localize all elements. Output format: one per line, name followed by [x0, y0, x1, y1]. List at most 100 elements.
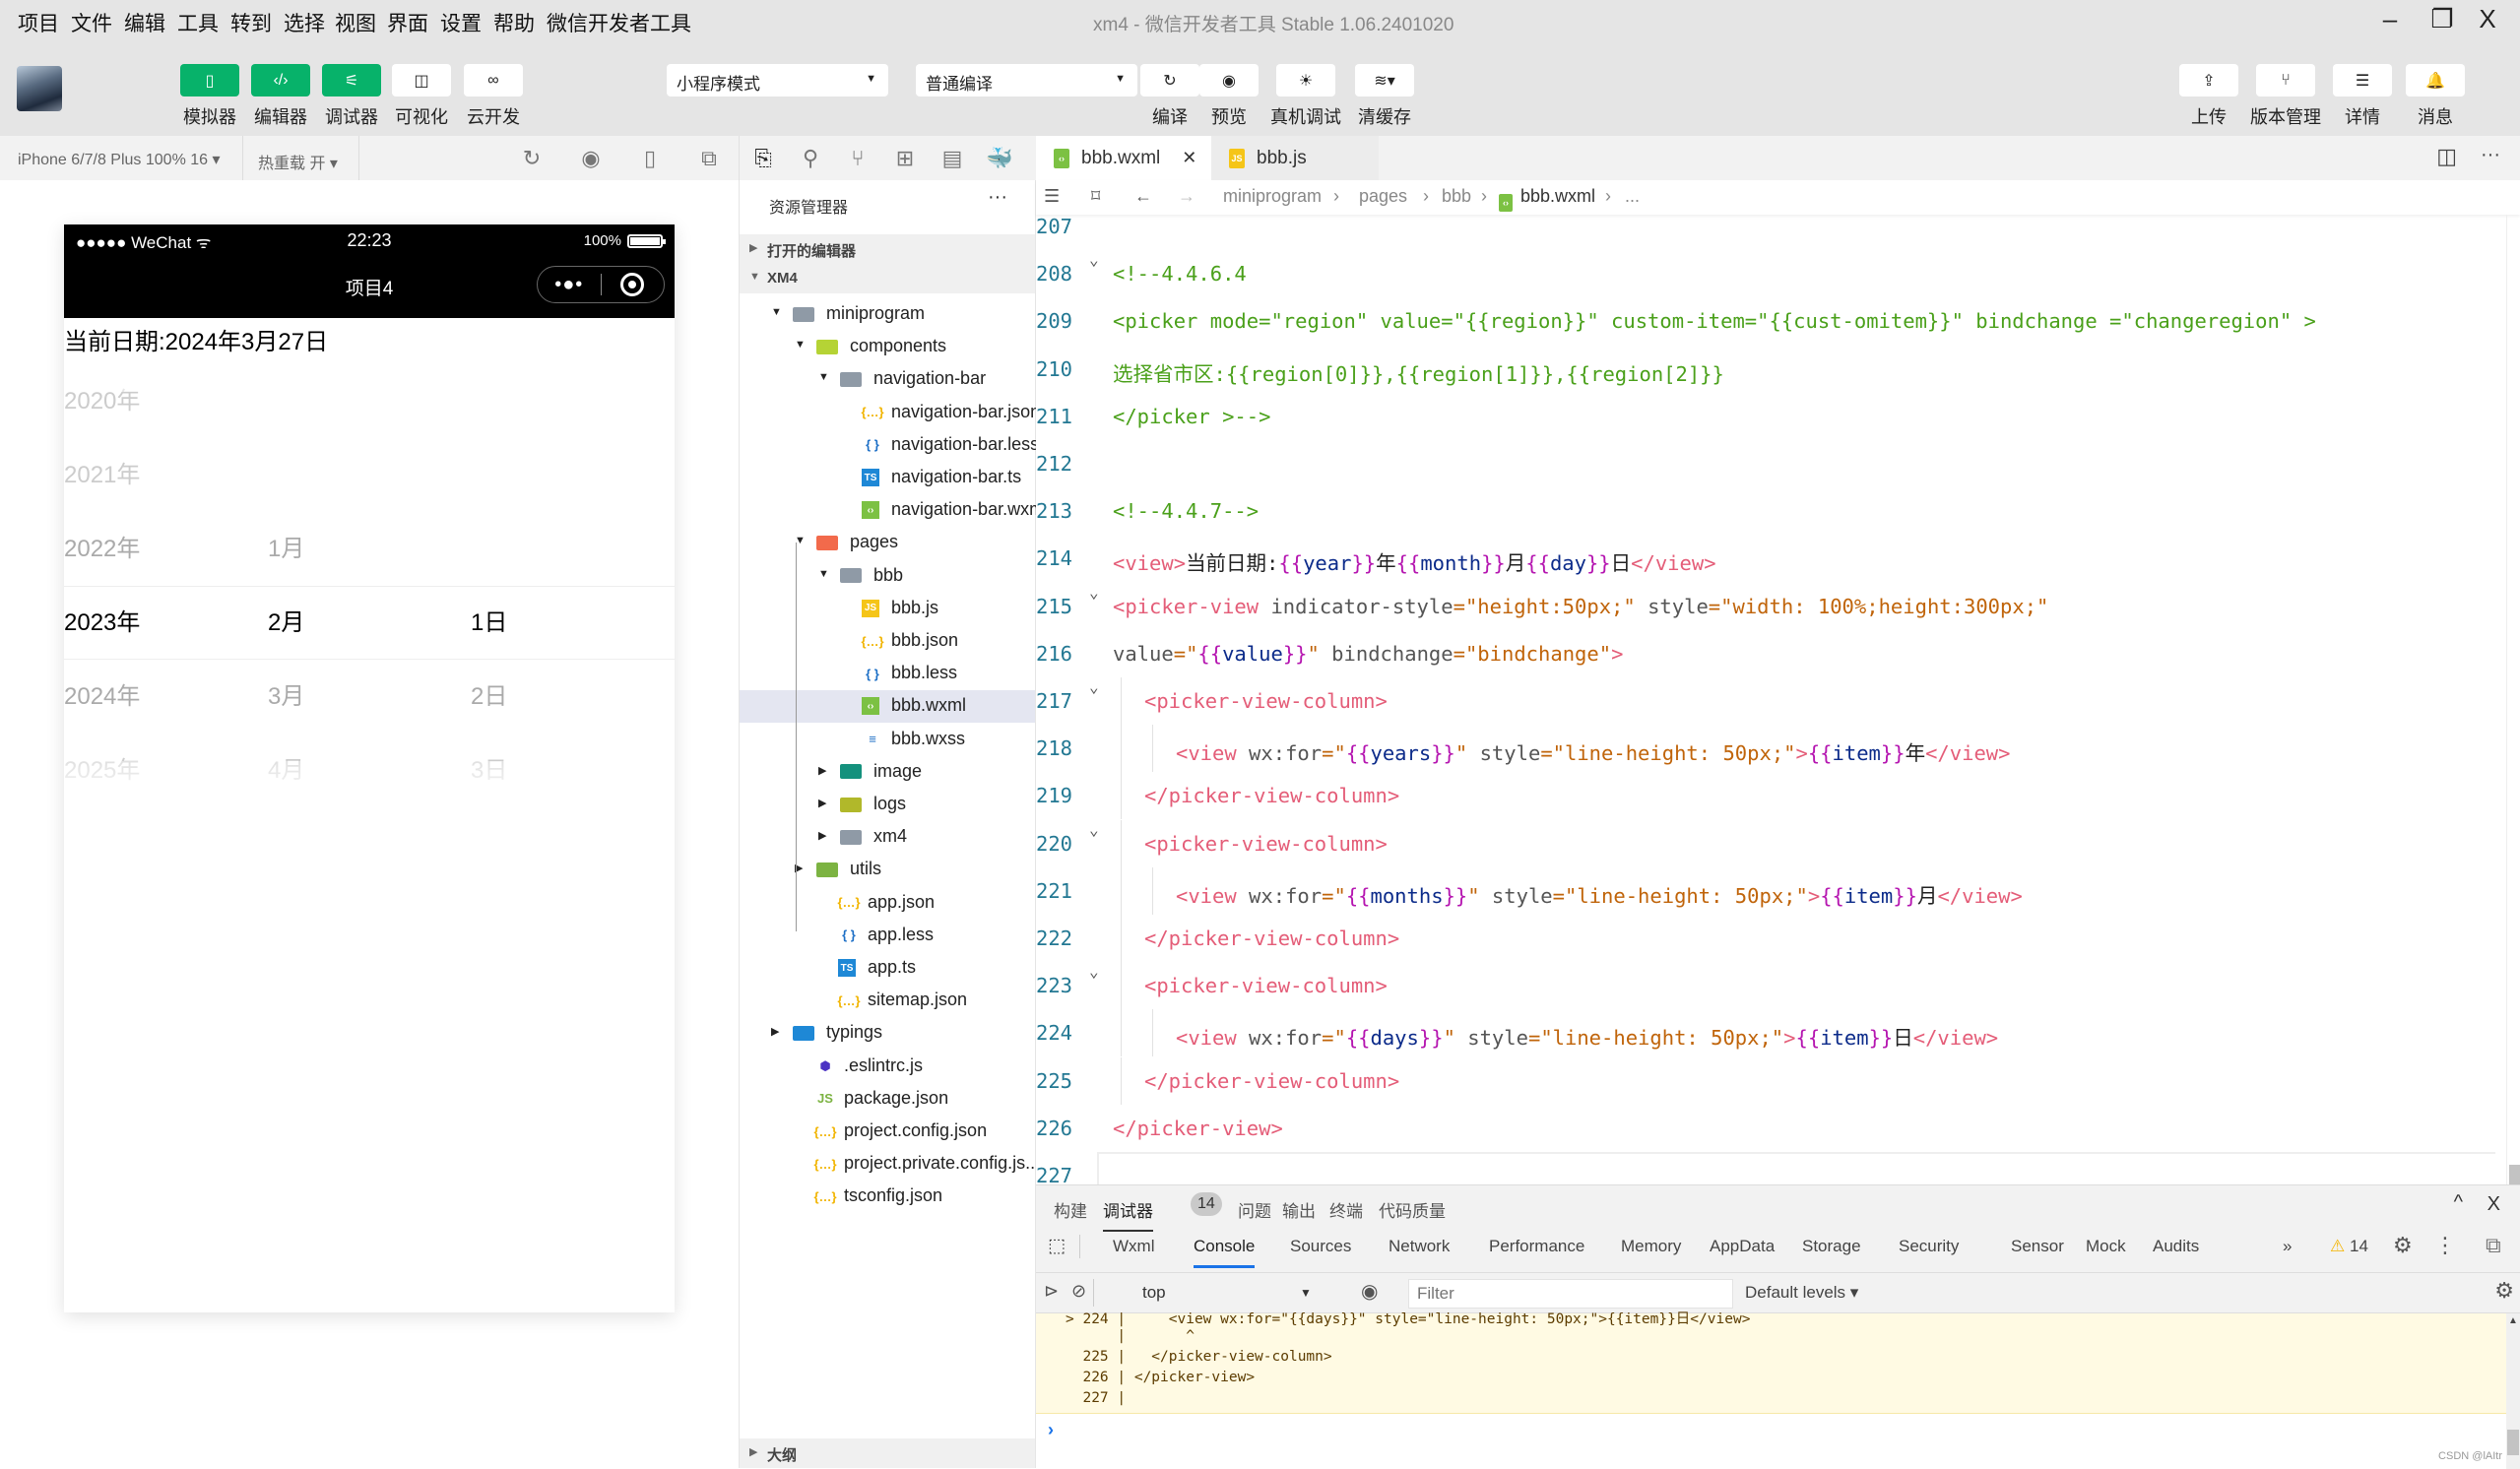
code-line[interactable]: 214 <view>当前日期:{{year}}年{{month}}月{{day}}… [1036, 535, 2493, 582]
hot-reload-toggle[interactable]: 热重载 开 ▾ [258, 150, 338, 173]
tree-item[interactable]: JS package.json [740, 1083, 1035, 1116]
eye-icon[interactable]: ◉ [1361, 1279, 1378, 1304]
menu-item[interactable]: 转到 [230, 8, 272, 37]
tab-bbb-js[interactable]: JS bbb.js [1211, 136, 1379, 180]
tab-bbb-wxml[interactable]: ‹› bbb.wxml ✕ [1036, 136, 1211, 180]
open-editors-section[interactable]: ▶ 打开的编辑器 [740, 234, 1035, 264]
devtools-tab[interactable]: 问题 [1238, 1197, 1271, 1222]
extensions-icon[interactable]: ⊞ [890, 146, 920, 171]
code-line[interactable]: 224 <view wx:for="{{days}}" style="line-h… [1036, 1009, 2493, 1057]
kebab-menu-icon[interactable]: ⋮ [2434, 1233, 2456, 1258]
branch-icon[interactable]: ⑂ [843, 146, 872, 171]
code-line[interactable]: 207 [1036, 203, 2493, 250]
tree-item[interactable]: ≡ bbb.wxss [740, 724, 1035, 756]
mode-select[interactable]: 小程序模式 ▼ [667, 64, 888, 96]
code-line[interactable]: 212 [1036, 440, 2493, 487]
devtools-panel-tab[interactable]: AppData [1710, 1237, 1775, 1256]
tree-item[interactable]: ▼ components [740, 331, 1035, 363]
more-icon[interactable]: ··· [988, 186, 1007, 209]
menu-item[interactable]: 视图 [335, 8, 376, 37]
caret-right-icon[interactable]: ▶ [818, 764, 826, 777]
devtools-tab[interactable]: 终端 [1329, 1197, 1363, 1222]
fold-chevron-icon[interactable]: ⌄ [1089, 677, 1099, 696]
stop-icon[interactable]: ◉ [576, 146, 606, 171]
restore-button[interactable]: ❐ [2423, 4, 2462, 34]
picker-column-day[interactable]: 1日2日3日4日 [471, 333, 668, 805]
code-line[interactable]: 226 </picker-view> [1036, 1105, 2493, 1152]
devtools-panel-tab[interactable]: Sensor [2011, 1237, 2064, 1256]
devtools-panel-tab[interactable]: Storage [1802, 1237, 1861, 1256]
tree-item[interactable]: {…} bbb.json [740, 625, 1035, 658]
上传-button[interactable]: ⇪ [2179, 64, 2238, 96]
picker-item[interactable]: 2023年 [64, 586, 140, 660]
user-avatar[interactable] [17, 66, 62, 111]
tree-item[interactable]: ▶ image [740, 756, 1035, 789]
code-line[interactable]: 223 ⌄ <picker-view-column> [1036, 962, 2493, 1010]
menu-item[interactable]: 项目 [18, 8, 59, 37]
devtools-tab[interactable]: 代码质量 [1379, 1197, 1446, 1222]
menu-item[interactable]: 工具 [177, 8, 219, 37]
tree-item[interactable]: ▼ miniprogram [740, 298, 1035, 331]
picker-item[interactable]: 2022年 [64, 512, 140, 586]
消息-button[interactable]: 🔔 [2406, 64, 2465, 96]
tree-item[interactable]: {…} project.config.json [740, 1116, 1035, 1148]
files-icon[interactable]: ⎘ [748, 146, 778, 171]
menu-item[interactable]: 微信开发者工具 [547, 8, 691, 37]
minimize-button[interactable]: – [2370, 4, 2410, 34]
layout-icon[interactable]: ▤ [937, 146, 967, 171]
可视化-button[interactable]: ◫ [392, 64, 451, 96]
tree-item[interactable]: ▶ logs [740, 789, 1035, 821]
fold-chevron-icon[interactable]: ⌄ [1089, 583, 1099, 602]
云开发-button[interactable]: ∞ [464, 64, 523, 96]
tree-item[interactable]: ▶ xm4 [740, 821, 1035, 854]
undock-icon[interactable]: ⧉ [2486, 1233, 2501, 1258]
code-line[interactable]: 210 选择省市区:{{region[0]}},{{region[1]}},{{r… [1036, 346, 2493, 393]
code-line[interactable]: 209 <picker mode="region" value="{{region… [1036, 297, 2493, 345]
devtools-panel-tab[interactable]: Sources [1290, 1237, 1351, 1256]
devtools-panel-tab[interactable]: Network [1389, 1237, 1450, 1256]
console-scrollbar[interactable]: ▲ [2506, 1313, 2520, 1469]
context-select[interactable]: top ▼ [1142, 1283, 1339, 1303]
devtools-panel-tab[interactable]: Wxml [1113, 1237, 1154, 1256]
sidebar-toggle-icon[interactable]: ⊳ [1044, 1281, 1059, 1302]
caret-down-icon[interactable]: ▼ [795, 339, 806, 351]
caret-down-icon[interactable]: ▼ [771, 306, 782, 318]
devtools-tab[interactable]: 构建 [1054, 1197, 1087, 1222]
settings-icon[interactable]: ⚙ [2393, 1233, 2413, 1258]
tree-item[interactable]: ▼ bbb [740, 560, 1035, 593]
picker-column-month[interactable]: 1月2月3月4月5月 [268, 333, 465, 805]
编译-button[interactable]: ↻ [1140, 64, 1199, 96]
tree-item[interactable]: {…} sitemap.json [740, 985, 1035, 1017]
close-tab-icon[interactable]: ✕ [1182, 148, 1196, 168]
menu-item[interactable]: 帮助 [493, 8, 535, 37]
详情-button[interactable]: ☰ [2333, 64, 2392, 96]
date-picker-view[interactable]: 2020年2021年2022年2023年2024年2025年2026年 1月2月… [64, 333, 675, 805]
清缓存-button[interactable]: ≋▾ [1355, 64, 1414, 96]
close-panel-icon[interactable]: X [2488, 1193, 2500, 1216]
tree-item[interactable]: ▶ utils [740, 854, 1035, 886]
caret-right-icon[interactable]: ▶ [771, 1025, 779, 1038]
menu-item[interactable]: 选择 [284, 8, 325, 37]
devtools-panel-tab[interactable]: Console [1194, 1237, 1256, 1268]
tree-item[interactable]: ▼ pages [740, 527, 1035, 559]
devtools-panel-tab[interactable]: Audits [2153, 1237, 2199, 1256]
close-miniprogram-icon[interactable] [602, 273, 665, 296]
code-line[interactable]: 217 ⌄ <picker-view-column> [1036, 677, 2493, 725]
tree-item[interactable]: JS bbb.js [740, 593, 1035, 625]
code-line[interactable]: 220 ⌄ <picker-view-column> [1036, 819, 2493, 867]
more-actions-icon[interactable]: ··· [2481, 144, 2500, 166]
clear-console-icon[interactable]: ⊘ [1071, 1281, 1086, 1302]
devtools-tab[interactable]: 调试器 [1103, 1197, 1153, 1232]
menu-item[interactable]: 文件 [71, 8, 112, 37]
caret-right-icon[interactable]: ▶ [818, 797, 826, 809]
search-icon[interactable]: ⚲ [796, 146, 825, 171]
warnings-count[interactable]: ⚠ 14 [2330, 1237, 2368, 1256]
phone-icon[interactable]: ▯ [635, 146, 665, 171]
refresh-icon[interactable]: ↻ [517, 146, 547, 171]
tree-item[interactable]: {…} app.json [740, 887, 1035, 920]
split-editor-icon[interactable]: ◫ [2436, 144, 2457, 169]
more-tabs-icon[interactable]: » [2283, 1237, 2292, 1256]
tree-item[interactable]: { } bbb.less [740, 658, 1035, 690]
picker-item[interactable]: 2024年 [64, 660, 140, 734]
tree-item[interactable]: TS app.ts [740, 952, 1035, 985]
